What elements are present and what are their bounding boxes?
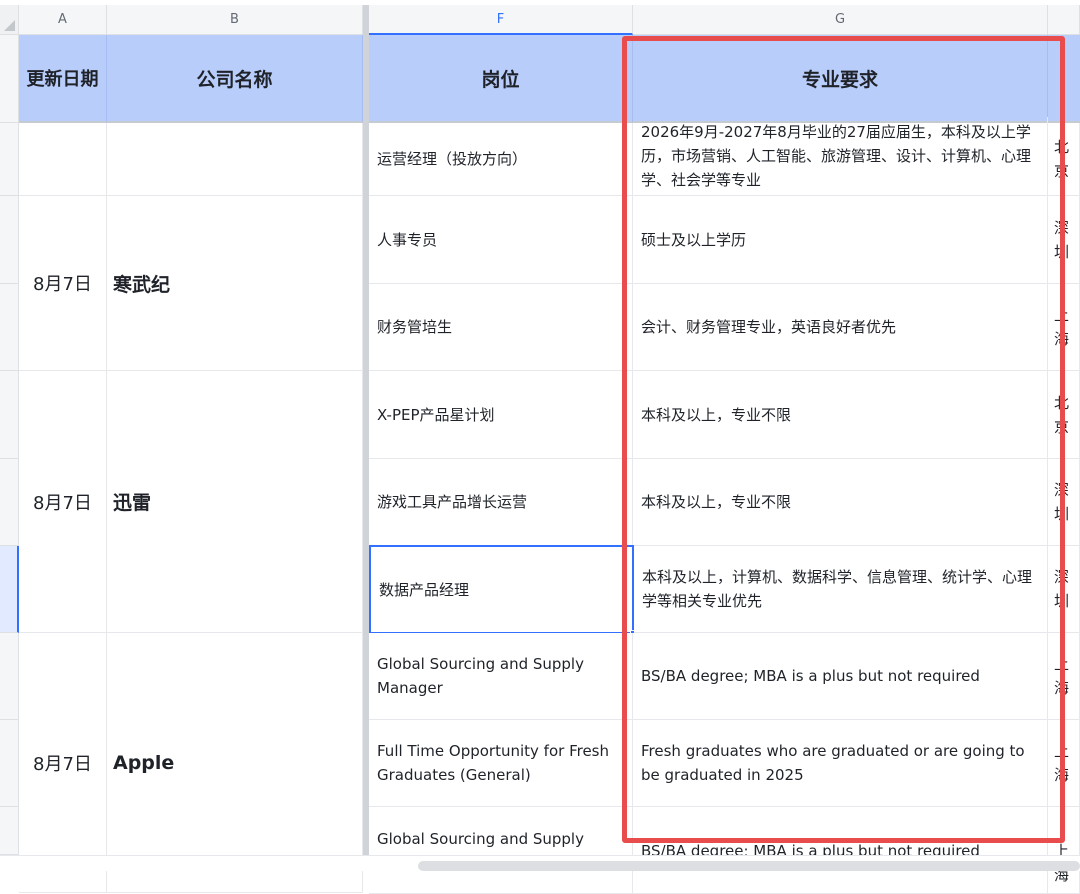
position-text: Global Sourcing and Supply [377,830,584,848]
location-cell[interactable]: 上海 [1048,720,1080,807]
location-cell[interactable]: 上海 [1048,633,1080,720]
position-text: Full Time Opportunity for Fresh Graduate… [377,742,609,784]
select-all-corner[interactable] [0,5,19,35]
major-cell[interactable]: Fresh graduates who are graduated or are… [633,720,1048,807]
position-text: 财务管培生 [377,318,453,336]
location-cell[interactable]: 北京 [1048,123,1080,196]
date-cell[interactable] [19,123,107,196]
major-cell[interactable]: BS/BA degree; MBA is a plus but not requ… [633,807,1048,894]
major-cell[interactable]: 2026年9月-2027年8月毕业的27届应届生，本科及以上学历，市场营销、人工… [633,117,1048,196]
position-text: 人事专员 [377,230,438,249]
position-text: X-PEP产品星计划 [377,405,495,424]
header-major-requirement[interactable]: 专业要求 [633,35,1048,123]
position-text: 运营经理（投放方向） [377,150,528,168]
column-header-h[interactable] [1048,5,1080,35]
date-cell[interactable]: 8月7日 [19,371,107,633]
row-header[interactable] [0,633,19,720]
position-cell[interactable]: 运营经理（投放方向） [369,123,633,196]
column-header-g[interactable]: G [633,5,1048,35]
row-header[interactable] [0,807,19,855]
column-header-b[interactable]: B [107,5,363,35]
location-cell[interactable]: 上海 [1048,807,1080,894]
position-cell-selected[interactable]: 数据产品经理 [369,545,634,634]
position-text: Global Sourcing and Supply Manager [377,655,584,697]
position-cell[interactable]: Full Time Opportunity for Fresh Graduate… [369,720,633,807]
row-header[interactable] [0,284,19,371]
location-text: 北京 [1054,138,1070,180]
position-text: 数据产品经理 [379,580,470,599]
header-company-name[interactable]: 公司名称 [107,35,363,123]
location-text: 深圳 [1054,481,1070,523]
horizontal-scrollbar[interactable] [418,861,1080,871]
major-cell[interactable]: BS/BA degree; MBA is a plus but not requ… [633,633,1048,720]
column-header-f[interactable]: F [369,5,633,35]
major-text: 2026年9月-2027年8月毕业的27届应届生，本科及以上学历，市场营销、人工… [641,123,1032,189]
location-text: 北京 [1054,393,1070,436]
row-header[interactable] [0,371,19,459]
major-cell[interactable]: 本科及以上，计算机、数据科学、信息管理、统计学、心理学等相关专业优先 [634,546,1048,633]
position-text: 游戏工具产品增长运营 [377,493,528,511]
major-cell[interactable]: 本科及以上，专业不限 [633,459,1048,546]
location-cell[interactable]: 深圳 [1048,546,1080,633]
row-header[interactable] [0,720,19,807]
position-cell[interactable]: Global Sourcing and Supply [369,807,633,894]
company-cell[interactable]: Apple [107,633,363,893]
location-cell[interactable]: 上海 [1048,284,1080,371]
major-cell[interactable]: 硕士及以上学历 [633,196,1048,284]
location-cell[interactable]: 深圳 [1048,196,1080,284]
major-text: 本科及以上，计算机、数据科学、信息管理、统计学、心理学等相关专业优先 [642,568,1033,610]
position-cell[interactable]: 财务管培生 [369,284,633,371]
header-update-date[interactable]: 更新日期 [19,35,107,123]
company-cell[interactable] [107,123,363,196]
major-text: 硕士及以上学历 [641,230,747,249]
row-header[interactable] [0,459,19,546]
location-text: 上海 [1054,742,1070,784]
position-cell[interactable]: Global Sourcing and Supply Manager [369,633,633,720]
company-cell[interactable]: 迅雷 [107,371,363,633]
position-cell[interactable]: 游戏工具产品增长运营 [369,459,633,546]
major-text: 本科及以上，专业不限 [641,405,792,424]
location-text: 深圳 [1054,218,1070,261]
major-cell[interactable]: 本科及以上，专业不限 [633,371,1048,459]
major-text: Fresh graduates who are graduated or are… [641,742,1025,784]
row-header[interactable] [0,196,19,284]
location-cell[interactable]: 深圳 [1048,459,1080,546]
location-text: 上海 [1054,306,1070,348]
major-text: 会计、财务管理专业，英语良好者优先 [641,318,897,336]
row-header[interactable] [0,123,19,196]
position-cell[interactable]: 人事专员 [369,196,633,284]
corner-triangle-icon [4,20,15,31]
location-cell[interactable]: 北京 [1048,371,1080,459]
row-header-selected[interactable] [0,546,19,633]
header-position[interactable]: 岗位 [369,35,633,123]
major-cell[interactable]: 会计、财务管理专业，英语良好者优先 [633,284,1048,371]
major-text: BS/BA degree; MBA is a plus but not requ… [641,667,980,685]
major-text: 本科及以上，专业不限 [641,493,792,511]
company-cell[interactable]: 寒武纪 [107,196,363,371]
header-next-column[interactable] [1048,35,1080,123]
location-text: 上海 [1054,655,1070,697]
date-cell[interactable]: 8月7日 [19,633,107,893]
location-text: 深圳 [1054,568,1070,610]
column-header-a[interactable]: A [19,5,107,35]
row-header[interactable] [0,35,19,123]
position-cell[interactable]: X-PEP产品星计划 [369,371,633,459]
date-cell[interactable]: 8月7日 [19,196,107,371]
